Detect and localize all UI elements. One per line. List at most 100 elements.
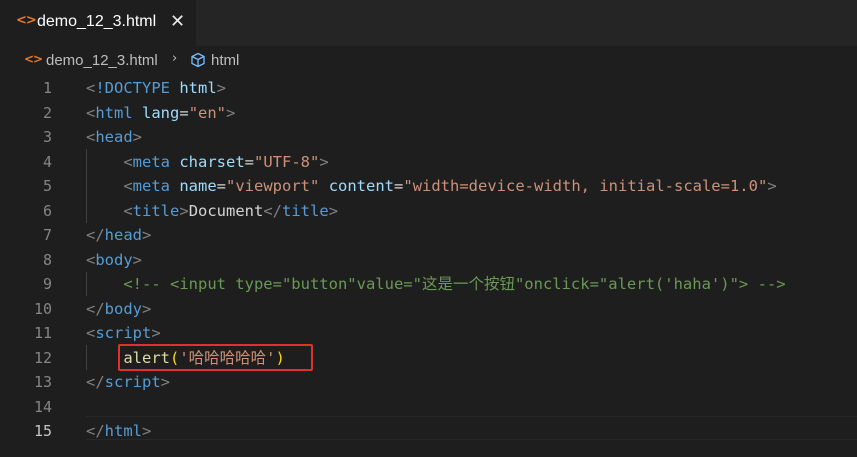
code-token: </ [86,373,105,391]
code-line[interactable]: 11 <script> [0,321,857,346]
line-number: 12 [33,348,52,367]
code-token: </ [86,422,105,440]
code-text[interactable]: </body> [86,297,151,322]
code-token: lang [142,103,180,122]
code-token: charset [179,152,245,171]
code-brackets-icon: <> [16,13,37,28]
code-line[interactable]: 5 <meta name="viewport" content="width=d… [0,174,857,199]
annotation-highlight-box [118,344,313,371]
code-token: "en" [188,103,227,122]
code-text[interactable]: <body> [86,248,142,273]
code-token: <!-- <input type="button"value="这是一个按钮"o… [123,275,786,293]
code-line[interactable]: 10 </body> [0,297,857,322]
code-token: > [142,226,152,244]
line-number: 3 [42,128,52,146]
line-number: 11 [33,324,52,342]
code-text[interactable]: </head> [86,223,151,248]
code-token: > [767,177,777,195]
code-text[interactable]: <head> [86,125,142,150]
code-text[interactable]: <script> [86,321,161,346]
code-line[interactable]: 1 <!DOCTYPE html> [0,76,857,101]
code-text[interactable]: <!-- <input type="button"value="这是一个按钮"o… [86,272,786,297]
code-brackets-icon: <> [24,52,43,66]
code-line[interactable]: 7 </head> [0,223,857,248]
code-token: = [179,103,189,122]
code-token: head [95,128,133,146]
code-token: > [319,152,329,171]
code-token: Document [188,201,264,220]
breadcrumb-separator: › [172,51,178,66]
code-token: = [244,152,255,171]
code-token: > [179,201,189,220]
line-number: 4 [42,152,52,171]
code-token: body [95,250,133,269]
code-token: > [132,250,143,269]
code-line[interactable]: 8 <body> [0,248,857,273]
code-token: name [179,177,217,195]
code-editor[interactable]: 1 <!DOCTYPE html> 2 <html lang="en"> 3 <head>… [0,76,857,457]
code-line[interactable]: 4 <meta charset="UTF-8"> [0,150,857,175]
line-number: 15 [33,422,52,440]
code-token: < [86,324,96,342]
code-token: "viewport" [226,177,320,195]
code-token: < [86,103,96,122]
editor-tab[interactable]: <> demo_12_3.html ✕ [0,0,196,46]
code-line[interactable]: 13 </script> [0,370,857,395]
close-icon[interactable]: ✕ [170,11,185,32]
code-token: </ [263,201,283,220]
code-token: > [142,422,152,440]
code-text[interactable]: </html> [86,419,151,444]
line-number: 6 [42,201,52,220]
code-token: body [104,299,142,318]
code-token: html [179,79,217,97]
line-number: 8 [42,250,52,269]
code-token: "UTF-8" [254,152,320,171]
code-token: script [95,324,152,342]
code-token: > [216,79,227,97]
code-token: > [132,128,143,146]
code-line[interactable]: 6 <title>Document</title> [0,199,857,224]
code-line[interactable]: 14 [0,395,857,420]
code-token: < [123,177,133,195]
code-token: html [104,422,142,440]
code-line[interactable]: 3 <head> [0,125,857,150]
code-line[interactable]: 15 </html> [0,419,857,444]
breadcrumb: <> demo_12_3.html › html [0,46,857,76]
code-text[interactable]: <meta charset="UTF-8"> [86,150,329,175]
code-token: > [151,324,161,342]
code-text[interactable]: <html lang="en"> [86,101,235,126]
breadcrumb-element[interactable]: html [211,52,239,69]
code-token: title [282,201,329,220]
code-token: < [123,201,133,220]
code-text[interactable]: </script> [86,370,170,395]
tab-label[interactable]: demo_12_3.html [37,13,156,31]
line-number: 13 [33,373,52,391]
line-number: 1 [42,79,52,97]
code-token: "width=device-width, initial-scale=1.0" [403,177,768,195]
code-text[interactable]: <meta name="viewport" content="width=dev… [86,174,777,199]
code-token: > [328,201,339,220]
code-line[interactable]: 9 <!-- <input type="button"value="这是一个按钮… [0,272,857,297]
breadcrumb-file[interactable]: demo_12_3.html [46,52,158,69]
code-line[interactable]: 2 <html lang="en"> [0,101,857,126]
code-token: </ [86,299,105,318]
code-token: < [123,152,133,171]
code-text[interactable]: <!DOCTYPE html> [86,76,226,101]
code-token: head [104,226,142,244]
code-text[interactable]: <title>Document</title> [86,199,338,224]
code-token: script [104,373,161,391]
code-token: </ [86,226,105,244]
line-number: 14 [33,397,52,416]
tab-bar: <> demo_12_3.html ✕ [0,0,857,46]
line-number: 2 [42,103,52,122]
line-number: 5 [42,177,52,195]
code-token: html [95,103,133,122]
code-token: !DOCTYPE [95,79,170,97]
code-token: content [328,177,395,195]
